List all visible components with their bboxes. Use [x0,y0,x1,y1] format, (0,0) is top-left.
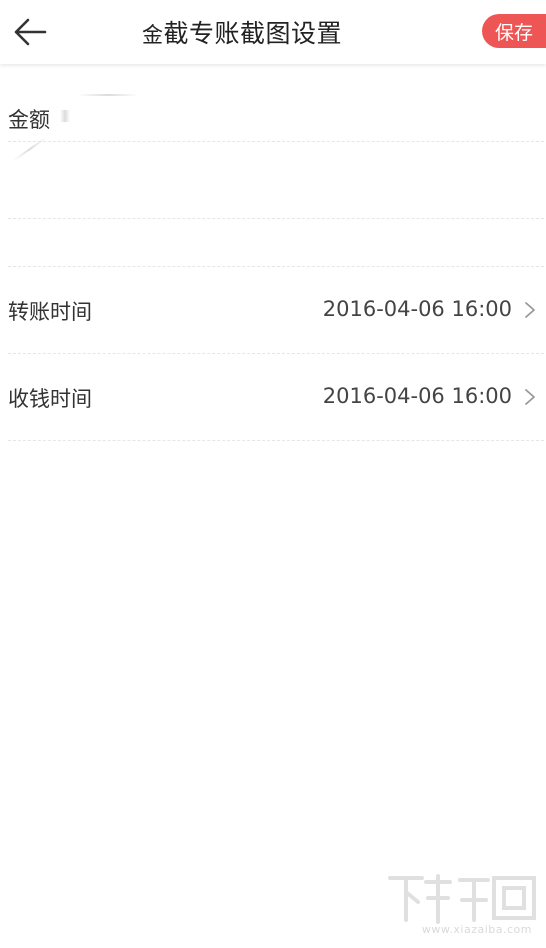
amount-label: 金额 [8,108,50,132]
title-prefix: 金 [142,23,164,47]
receive-time-value: 2016-04-06 16:00 [322,384,512,408]
watermark-text: www.xiazaiba.com [421,923,532,936]
title-text: 截专账截图设置 [163,19,343,48]
chevron-right-icon [525,389,535,405]
transfer-time-label: 转账时间 [8,300,92,324]
receive-time-label: 收钱时间 [8,387,92,411]
receive-time-row[interactable]: 收钱时间 2016-04-06 16:00 [8,354,544,441]
transfer-time-row[interactable]: 转账时间 2016-04-06 16:00 [8,267,544,354]
save-button[interactable]: 保存 [482,14,546,48]
chevron-right-icon [525,302,535,318]
arrow-left-icon [14,18,47,46]
watermark-logo-icon [388,874,536,924]
screen: 金截专账截图设置 保存 金额 转账时间 2016-04-06 16:00 收钱时… [0,0,546,948]
empty-row[interactable] [8,219,544,267]
blank-field-row[interactable] [8,136,544,219]
amount-row[interactable]: 金额 [8,64,544,142]
transfer-time-value: 2016-04-06 16:00 [322,297,512,321]
back-button[interactable] [10,12,50,52]
amount-blur-mark [60,110,70,122]
watermark-logo: www.xiazaiba.com [388,872,538,938]
top-bar: 金截专账截图设置 保存 [0,0,546,64]
page-title: 金截专账截图设置 [142,14,342,50]
amount-blur-line [78,94,138,96]
